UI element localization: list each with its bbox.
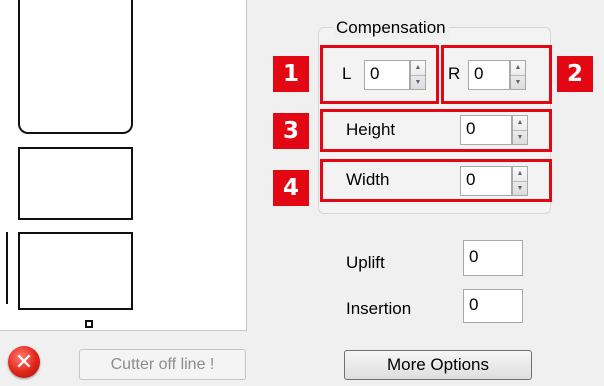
height-spinner[interactable]: ▲ ▼ xyxy=(512,115,528,145)
spin-down-icon[interactable]: ▼ xyxy=(513,180,527,196)
cutter-status-button[interactable]: Cutter off line ! xyxy=(79,349,246,380)
height-input[interactable]: 0 xyxy=(460,115,512,145)
preview-edge-line xyxy=(6,232,8,304)
more-options-button[interactable]: More Options xyxy=(344,350,532,380)
insertion-input[interactable]: 0 xyxy=(463,289,523,323)
compensation-title: Compensation xyxy=(333,18,449,38)
badge-left: 1 xyxy=(273,56,309,92)
badge-width: 4 xyxy=(273,170,309,206)
left-spinner[interactable]: ▲ ▼ xyxy=(410,60,426,90)
spin-up-icon[interactable]: ▲ xyxy=(511,61,525,75)
right-spinner[interactable]: ▲ ▼ xyxy=(510,60,526,90)
width-input[interactable]: 0 xyxy=(460,166,512,196)
width-label: Width xyxy=(346,170,390,189)
preview-shape xyxy=(18,147,133,220)
preview-shape xyxy=(18,232,133,310)
uplift-label: Uplift xyxy=(346,253,385,272)
origin-marker xyxy=(85,320,93,328)
spin-up-icon[interactable]: ▲ xyxy=(513,167,527,181)
spin-down-icon[interactable]: ▼ xyxy=(411,74,425,90)
spin-down-icon[interactable]: ▼ xyxy=(513,129,527,145)
spin-up-icon[interactable]: ▲ xyxy=(411,61,425,75)
badge-right: 2 xyxy=(557,56,593,92)
badge-height: 3 xyxy=(273,113,309,149)
uplift-input[interactable]: 0 xyxy=(463,240,523,276)
spin-down-icon[interactable]: ▼ xyxy=(511,74,525,90)
right-input[interactable]: 0 xyxy=(468,60,510,90)
width-spinner[interactable]: ▲ ▼ xyxy=(512,166,528,196)
preview-shape xyxy=(18,0,133,134)
height-label: Height xyxy=(346,120,396,139)
preview-canvas xyxy=(0,0,247,331)
insertion-label: Insertion xyxy=(346,299,412,318)
left-label: L xyxy=(342,64,352,83)
error-icon: ✕ xyxy=(8,346,40,378)
spin-up-icon[interactable]: ▲ xyxy=(513,116,527,130)
left-input[interactable]: 0 xyxy=(364,60,410,90)
right-label: R xyxy=(448,64,461,83)
